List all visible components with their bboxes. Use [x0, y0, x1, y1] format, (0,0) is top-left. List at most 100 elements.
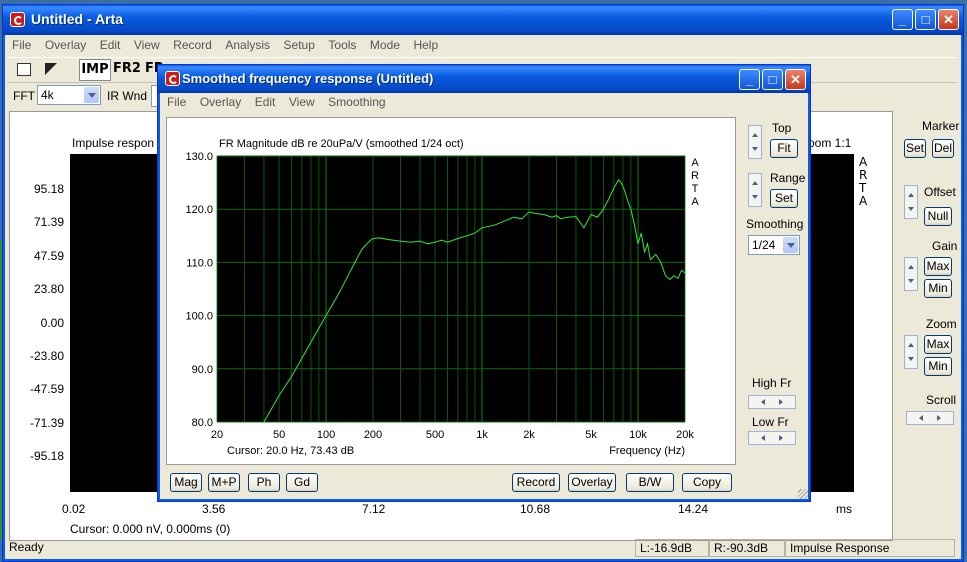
x-tick-label: 20 [211, 429, 223, 441]
chevron-down-icon[interactable] [84, 87, 99, 103]
zoom-min-button[interactable]: Min [924, 357, 952, 376]
resize-grip-icon[interactable] [798, 489, 808, 499]
mag-button[interactable]: Mag [170, 473, 202, 492]
y-tick-label: 110.0 [186, 257, 213, 269]
chevron-down-icon[interactable] [783, 237, 798, 253]
open-file-icon[interactable] [45, 63, 57, 75]
menu-file[interactable]: File [7, 36, 36, 54]
offset-spinner[interactable] [904, 185, 918, 219]
gain-max-button[interactable]: Max [924, 257, 952, 276]
fr-maximize-icon[interactable]: □ [762, 69, 783, 90]
fr-chart-panel: 130.0 120.0 110.0 100.0 90.0 80.0 20 50 100 200 50… [166, 117, 736, 465]
fft-size-select[interactable]: 4k [37, 85, 101, 105]
fr-menu-edit[interactable]: Edit [250, 93, 281, 111]
top-spinner[interactable] [748, 125, 762, 159]
y-tick-label: 120.0 [185, 204, 213, 216]
record-button[interactable]: Record [512, 473, 560, 492]
menu-tools[interactable]: Tools [323, 36, 361, 54]
imp-mode-button[interactable]: IMP [79, 59, 111, 81]
menu-overlay[interactable]: Overlay [40, 36, 91, 54]
main-window-title: Untitled - Arta [31, 11, 124, 27]
arta-letter: R [691, 170, 699, 182]
main-menubar: File Overlay Edit View Record Analysis S… [7, 36, 959, 54]
impulse-x-unit: ms [836, 502, 852, 516]
impulse-cursor-readout: Cursor: 0.000 nV, 0.000ms (0) [70, 522, 231, 536]
top-fit-button[interactable]: Fit [770, 139, 798, 158]
minimize-icon[interactable]: _ [892, 9, 913, 30]
close-icon[interactable]: ✕ [938, 9, 959, 30]
range-spinner[interactable] [748, 173, 762, 207]
marker-set-button[interactable]: Set [904, 139, 926, 158]
offset-null-button[interactable]: Null [924, 207, 952, 226]
mag-phase-button[interactable]: M+P [208, 473, 240, 492]
arta-letter: A [859, 194, 868, 208]
low-fr-spinner[interactable] [748, 431, 796, 445]
impulse-y-tick: -47.59 [29, 382, 64, 397]
marker-label: Marker [922, 119, 960, 133]
y-tick-label: 130.0 [185, 151, 213, 163]
impulse-plot-title: Impulse respon [72, 136, 155, 150]
phase-button[interactable]: Ph [248, 473, 280, 492]
menu-help[interactable]: Help [408, 36, 443, 54]
status-mode: Impulse Response [785, 539, 955, 557]
y-tick-label: 80.0 [192, 417, 213, 429]
right-control-panel: Marker Set Del Offset Null Gain Max Min … [896, 111, 960, 539]
scroll-spinner[interactable] [906, 411, 954, 425]
low-fr-label: Low Fr [752, 415, 789, 429]
fr-menu-view[interactable]: View [284, 93, 320, 111]
fr-minimize-icon[interactable]: _ [739, 69, 760, 90]
copy-button[interactable]: Copy [682, 473, 732, 492]
bw-button[interactable]: B/W [626, 473, 674, 492]
marker-del-button[interactable]: Del [932, 139, 954, 158]
menu-setup[interactable]: Setup [279, 36, 320, 54]
arta-letter: A [691, 196, 699, 208]
maximize-icon[interactable]: □ [915, 9, 936, 30]
gain-spinner[interactable] [904, 257, 918, 291]
fft-size-value: 4k [41, 88, 54, 102]
zoom-max-button[interactable]: Max [924, 335, 952, 354]
fr-menu-overlay[interactable]: Overlay [195, 93, 246, 111]
x-tick-label: 50 [273, 429, 285, 441]
fr-close-icon[interactable]: ✕ [785, 69, 806, 90]
fr-menu-file[interactable]: File [162, 93, 191, 111]
fr-title-bar[interactable]: Smoothed frequency response (Untitled) _… [158, 65, 810, 93]
impulse-y-tick: 0.00 [40, 315, 64, 330]
fr-chart[interactable]: 130.0 120.0 110.0 100.0 90.0 80.020 50 100 200 50… [167, 118, 735, 464]
menu-edit[interactable]: Edit [95, 36, 126, 54]
arta-app-icon [10, 12, 25, 27]
zoom-spinner[interactable] [904, 335, 918, 369]
plot-background [217, 156, 685, 422]
status-left-level: L:-16.9dB [635, 539, 709, 557]
impulse-y-tick: 95.18 [33, 182, 64, 196]
gain-min-button[interactable]: Min [924, 279, 952, 298]
menu-view[interactable]: View [129, 36, 165, 54]
x-tick-label: 200 [364, 429, 382, 441]
new-file-icon[interactable] [17, 63, 31, 76]
impulse-y-tick: 23.80 [33, 282, 64, 297]
ir-window-label: IR Wnd [107, 89, 148, 103]
group-delay-button[interactable]: Gd [286, 473, 318, 492]
x-tick-label: 10k [629, 429, 647, 441]
scroll-label: Scroll [926, 393, 957, 407]
impulse-y-tick: 47.59 [33, 248, 64, 263]
fr2-mode-button[interactable]: FR2 [113, 59, 141, 79]
fr-menu-smoothing[interactable]: Smoothing [323, 93, 390, 111]
menu-record[interactable]: Record [168, 36, 217, 54]
main-title-bar[interactable]: Untitled - Arta _ □ ✕ [3, 5, 963, 35]
impulse-x-tick: 0.02 [62, 502, 86, 516]
impulse-y-tick: -71.39 [29, 415, 64, 430]
impulse-y-tick: -95.18 [29, 449, 64, 464]
x-tick-label: 100 [317, 429, 335, 441]
menu-mode[interactable]: Mode [365, 36, 405, 54]
range-set-button[interactable]: Set [770, 189, 798, 208]
menu-analysis[interactable]: Analysis [220, 36, 275, 54]
impulse-x-tick: 7.12 [362, 502, 386, 516]
impulse-arta-watermark: A R T A [859, 156, 871, 208]
overlay-button[interactable]: Overlay [568, 473, 616, 492]
status-ready: Ready [9, 540, 44, 554]
gain-label: Gain [932, 239, 958, 253]
status-right-level: R:-90.3dB [709, 539, 785, 557]
chart-cursor-readout: Cursor: 20.0 Hz, 73.43 dB [227, 445, 354, 457]
high-fr-spinner[interactable] [748, 395, 796, 409]
smoothing-select[interactable]: 1/24 [748, 235, 800, 255]
